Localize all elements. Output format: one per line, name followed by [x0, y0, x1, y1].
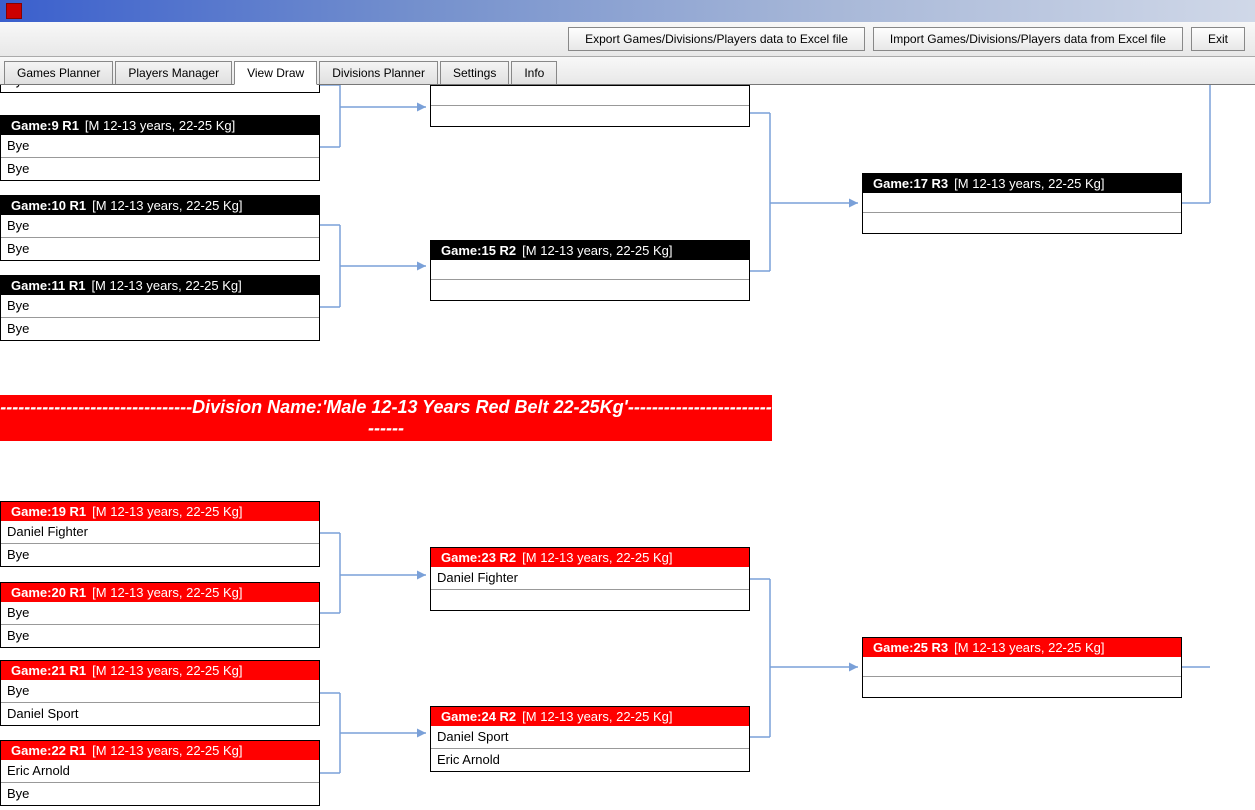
game-box-g11[interactable]: Game:11 R1 [M 12-13 years, 22-25 Kg] ByeBy… — [0, 275, 320, 341]
player-slot — [863, 213, 1181, 233]
game-box-g23[interactable]: Game:23 R2 [M 12-13 years, 22-25 Kg] Danie… — [430, 547, 750, 611]
game-number: Game:22 R1 — [11, 743, 86, 758]
bracket-canvas[interactable]: Bye --------------------------------Divi… — [0, 85, 1255, 810]
game-division-details: [M 12-13 years, 22-25 Kg] — [522, 709, 672, 724]
game-number: Game:23 R2 — [441, 550, 516, 565]
game-division-details: [M 12-13 years, 22-25 Kg] — [522, 243, 672, 258]
game-box-g22[interactable]: Game:22 R1 [M 12-13 years, 22-25 Kg] Eric … — [0, 740, 320, 806]
game-number: Game:9 R1 — [11, 118, 79, 133]
exit-button[interactable]: Exit — [1191, 27, 1245, 51]
player-slot: Bye — [1, 783, 319, 805]
game-number: Game:10 R1 — [11, 198, 86, 213]
export-button[interactable]: Export Games/Divisions/Players data to E… — [568, 27, 865, 51]
game-box-g14[interactable]: Game:14 R2[M 12-13 years, 22-25 Kg] — [430, 85, 750, 127]
player-slot — [863, 193, 1181, 213]
tab-divisions-planner[interactable]: Divisions Planner — [319, 61, 438, 84]
game-number: Game:11 R1 — [11, 278, 85, 293]
game-header: Game:23 R2 [M 12-13 years, 22-25 Kg] — [431, 548, 749, 567]
game-header: Game:24 R2 [M 12-13 years, 22-25 Kg] — [431, 707, 749, 726]
game-header: Game:20 R1 [M 12-13 years, 22-25 Kg] — [1, 583, 319, 602]
game-number: Game:19 R1 — [11, 504, 86, 519]
game-division-details: [M 12-13 years, 22-25 Kg] — [92, 743, 242, 758]
game-number: Game:25 R3 — [873, 640, 948, 655]
game-header: Game:11 R1 [M 12-13 years, 22-25 Kg] — [1, 276, 319, 295]
player-slot — [431, 86, 749, 106]
game-box-g17[interactable]: Game:17 R3 [M 12-13 years, 22-25 Kg] — [862, 173, 1182, 234]
game-box-partial[interactable]: Bye — [0, 85, 320, 93]
game-box-g21[interactable]: Game:21 R1 [M 12-13 years, 22-25 Kg] ByeDa… — [0, 660, 320, 726]
game-number: Game:20 R1 — [11, 585, 86, 600]
game-number: Game:24 R2 — [441, 709, 516, 724]
player-slot: Bye — [1, 625, 319, 647]
tab-bar: Games Planner Players Manager View Draw … — [0, 57, 1255, 85]
player-slot: Bye — [1, 602, 319, 625]
tab-view-draw[interactable]: View Draw — [234, 61, 317, 85]
player-slot: Bye — [1, 158, 319, 180]
tab-players-manager[interactable]: Players Manager — [115, 61, 232, 84]
game-header: Game:17 R3 [M 12-13 years, 22-25 Kg] — [863, 174, 1181, 193]
tab-info[interactable]: Info — [511, 61, 557, 84]
game-header: Game:15 R2 [M 12-13 years, 22-25 Kg] — [431, 241, 749, 260]
game-number: Game:15 R2 — [441, 243, 516, 258]
tab-games-planner[interactable]: Games Planner — [4, 61, 113, 84]
player-slot: Bye — [1, 85, 319, 92]
game-box-g25[interactable]: Game:25 R3 [M 12-13 years, 22-25 Kg] — [862, 637, 1182, 698]
player-slot — [431, 590, 749, 610]
player-slot — [431, 260, 749, 280]
player-slot: Daniel Sport — [1, 703, 319, 725]
game-header: Game:9 R1 [M 12-13 years, 22-25 Kg] — [1, 116, 319, 135]
game-division-details: [M 12-13 years, 22-25 Kg] — [92, 504, 242, 519]
player-slot: Daniel Fighter — [431, 567, 749, 590]
game-box-g19[interactable]: Game:19 R1 [M 12-13 years, 22-25 Kg] Danie… — [0, 501, 320, 567]
player-slot — [863, 657, 1181, 677]
game-box-g24[interactable]: Game:24 R2 [M 12-13 years, 22-25 Kg] Danie… — [430, 706, 750, 772]
app-icon — [6, 3, 22, 19]
game-header: Game:22 R1 [M 12-13 years, 22-25 Kg] — [1, 741, 319, 760]
game-header: Game:21 R1 [M 12-13 years, 22-25 Kg] — [1, 661, 319, 680]
game-division-details: [M 12-13 years, 22-25 Kg] — [92, 585, 242, 600]
game-box-g10[interactable]: Game:10 R1 [M 12-13 years, 22-25 Kg] ByeBy… — [0, 195, 320, 261]
import-button[interactable]: Import Games/Divisions/Players data from… — [873, 27, 1183, 51]
game-box-g20[interactable]: Game:20 R1 [M 12-13 years, 22-25 Kg] ByeBy… — [0, 582, 320, 648]
player-slot: Bye — [1, 238, 319, 260]
game-division-details: [M 12-13 years, 22-25 Kg] — [85, 118, 235, 133]
game-division-details: [M 12-13 years, 22-25 Kg] — [954, 176, 1104, 191]
window-titlebar — [0, 0, 1255, 22]
game-header: Game:10 R1 [M 12-13 years, 22-25 Kg] — [1, 196, 319, 215]
player-slot: Daniel Sport — [431, 726, 749, 749]
tab-settings[interactable]: Settings — [440, 61, 509, 84]
division-banner: --------------------------------Division… — [0, 395, 772, 441]
player-slot — [431, 106, 749, 126]
game-number: Game:21 R1 — [11, 663, 86, 678]
game-division-details: [M 12-13 years, 22-25 Kg] — [522, 550, 672, 565]
player-slot: Bye — [1, 215, 319, 238]
player-slot: Bye — [1, 318, 319, 340]
player-slot: Bye — [1, 135, 319, 158]
game-box-g9[interactable]: Game:9 R1 [M 12-13 years, 22-25 Kg] ByeBye — [0, 115, 320, 181]
game-header: Game:25 R3 [M 12-13 years, 22-25 Kg] — [863, 638, 1181, 657]
game-division-details: [M 12-13 years, 22-25 Kg] — [92, 663, 242, 678]
player-slot: Bye — [1, 544, 319, 566]
game-division-details: [M 12-13 years, 22-25 Kg] — [91, 278, 241, 293]
game-division-details: [M 12-13 years, 22-25 Kg] — [92, 198, 242, 213]
player-slot: Eric Arnold — [1, 760, 319, 783]
game-header: Game:19 R1 [M 12-13 years, 22-25 Kg] — [1, 502, 319, 521]
game-division-details: [M 12-13 years, 22-25 Kg] — [954, 640, 1104, 655]
game-number: Game:17 R3 — [873, 176, 948, 191]
player-slot: Daniel Fighter — [1, 521, 319, 544]
player-slot — [863, 677, 1181, 697]
game-box-g15[interactable]: Game:15 R2 [M 12-13 years, 22-25 Kg] — [430, 240, 750, 301]
player-slot: Bye — [1, 680, 319, 703]
main-toolbar: Export Games/Divisions/Players data to E… — [0, 22, 1255, 57]
player-slot — [431, 280, 749, 300]
player-slot: Eric Arnold — [431, 749, 749, 771]
player-slot: Bye — [1, 295, 319, 318]
